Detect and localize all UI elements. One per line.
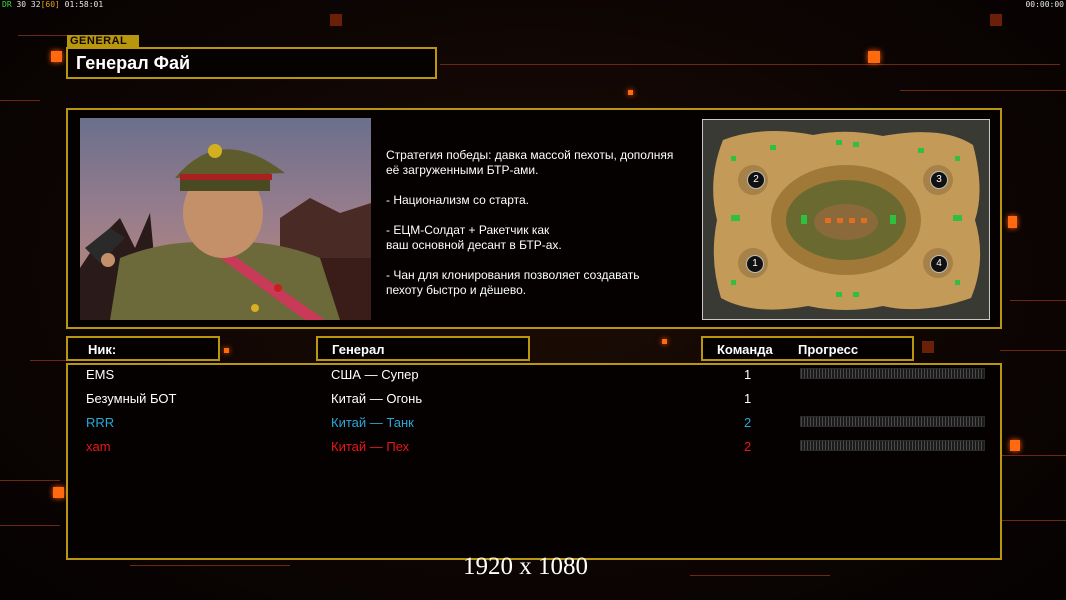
header-general: Генерал [316, 336, 530, 361]
player-progress-bar [800, 440, 985, 451]
player-general: Китай — Танк [331, 415, 414, 430]
strategy-line: - Чан для клонирования позволяет создава… [386, 268, 640, 297]
hud-prefix: DR [2, 0, 12, 9]
player-progress-bar [800, 416, 985, 427]
player-team: 2 [744, 415, 752, 430]
general-tag: GENERAL [67, 35, 139, 47]
general-name: Генерал Фай [76, 53, 191, 73]
player-general: США — Супер [331, 367, 419, 382]
map-spawn-4: 4 [930, 255, 948, 273]
header-nick: Ник: [66, 336, 220, 361]
map-spawn-1: 1 [746, 255, 764, 273]
player-general: Китай — Огонь [331, 391, 423, 406]
general-title-bar: Генерал Фай [66, 47, 437, 79]
strategy-line: Стратегия победы: давка массой пехоты, д… [386, 148, 674, 177]
player-team: 2 [744, 439, 752, 454]
hud-bracket: [60] [40, 0, 60, 9]
header-team-label: Команда [717, 342, 773, 357]
player-progress-bar [800, 368, 985, 379]
hud-time: 01:58:01 [64, 0, 104, 9]
player-nick: xam [86, 439, 111, 454]
player-row: RRR Китай — Танк 2 [0, 412, 1066, 436]
resolution-caption: 1920 x 1080 [463, 553, 588, 580]
strategy-text: Стратегия победы: давка массой пехоты, д… [386, 148, 701, 313]
player-row: Безумный БОТ Китай — Огонь 1 [0, 388, 1066, 412]
player-row: EMS США — Супер 1 [0, 364, 1066, 388]
strategy-line: - ЕЦМ-Солдат + Ракетчик как ваш основной… [386, 223, 562, 252]
player-row: xam Китай — Пех 2 [0, 436, 1066, 460]
header-nick-label: Ник: [88, 342, 117, 357]
strategy-line: - Национализм со старта. [386, 193, 529, 207]
player-nick: RRR [86, 415, 115, 430]
header-general-label: Генерал [332, 342, 385, 357]
player-team: 1 [744, 391, 752, 406]
map-preview: 2 3 1 4 [702, 119, 990, 320]
map-spawn-3: 3 [930, 171, 948, 189]
general-portrait [80, 118, 371, 320]
header-progress-label: Прогресс [798, 342, 859, 357]
fps-counter: DR 30 32[60] 01:58:01 [2, 0, 103, 9]
map-spawn-2: 2 [747, 171, 765, 189]
player-nick: Безумный БОТ [86, 391, 177, 406]
player-general: Китай — Пех [331, 439, 410, 454]
player-nick: EMS [86, 367, 115, 382]
hud-fps: 30 32 [16, 0, 41, 9]
header-team-progress: Команда Прогресс [701, 336, 914, 361]
hud-clock: 00:00:00 [1025, 0, 1064, 9]
player-team: 1 [744, 367, 752, 382]
